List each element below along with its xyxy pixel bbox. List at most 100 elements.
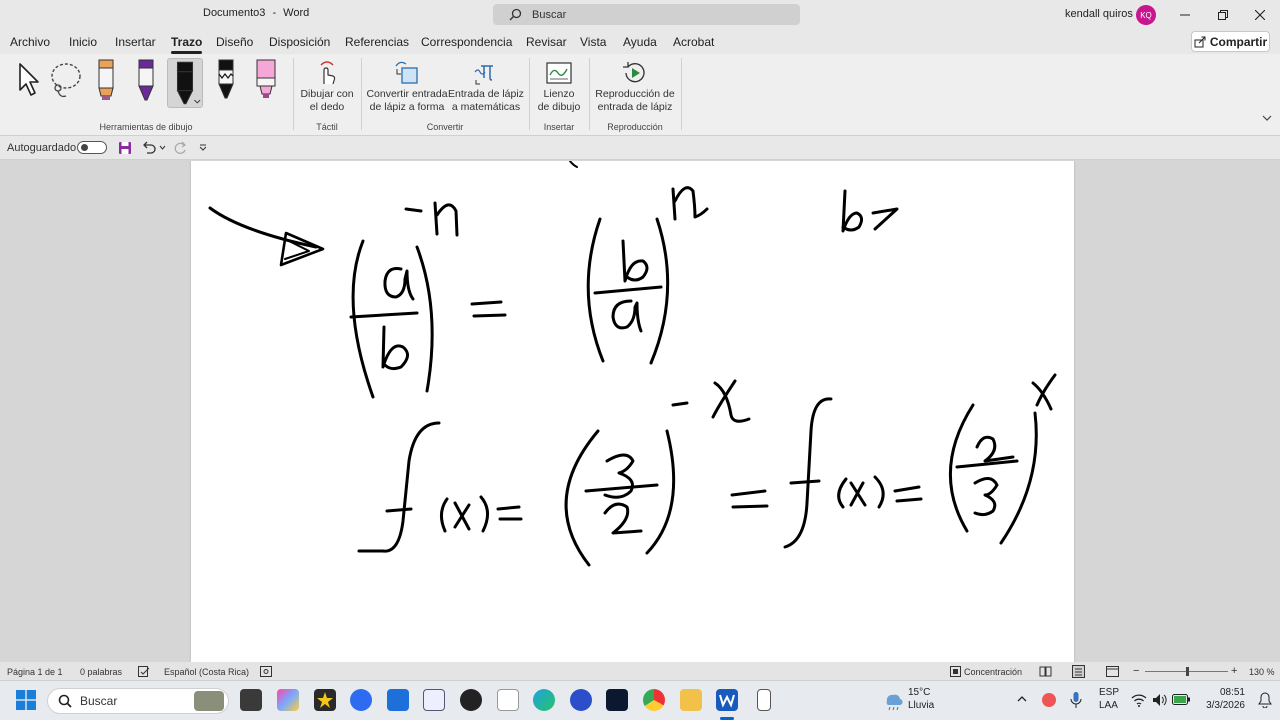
notifications-icon[interactable] (1258, 692, 1272, 708)
share-button[interactable]: Compartir (1191, 31, 1270, 52)
settings-app-icon[interactable] (423, 689, 445, 711)
print-layout-icon[interactable] (1072, 665, 1085, 678)
tab-correspondencia[interactable]: Correspondencia (421, 35, 512, 49)
title-search-box[interactable]: Buscar (493, 4, 800, 25)
document-name: Documento3 (203, 7, 266, 19)
ink-to-math-icon (474, 65, 493, 85)
tab-revisar[interactable]: Revisar (526, 35, 567, 49)
pen-purple-tool[interactable] (128, 58, 164, 102)
chrome-icon[interactable] (643, 689, 665, 711)
zoom-level[interactable]: 130 % (1249, 667, 1275, 677)
ink-to-math-button[interactable]: Entrada de lápiz a matemáticas (448, 58, 524, 114)
avatar[interactable]: KQ (1136, 5, 1156, 25)
lasso-select-tool[interactable] (48, 58, 84, 102)
undo-dropdown-icon[interactable] (159, 145, 166, 150)
drawing-canvas-button[interactable]: Lienzo de dibujo (533, 58, 585, 114)
zoom-app-icon[interactable] (350, 689, 372, 711)
title-separator: - (272, 7, 277, 19)
avatar-initials: KQ (1140, 10, 1152, 20)
pencil-icon (218, 59, 234, 99)
page-count[interactable]: Página 1 de 1 (7, 667, 63, 677)
web-layout-icon[interactable] (1106, 666, 1119, 677)
focus-mode-label[interactable]: Concentración (964, 667, 1022, 677)
show-hidden-icons-icon[interactable] (1017, 695, 1027, 702)
highlighter-orange-tool[interactable] (88, 58, 124, 102)
tab-disposicion[interactable]: Disposición (269, 35, 330, 49)
store-icon[interactable] (387, 689, 409, 711)
zoom-in-button[interactable]: + (1231, 665, 1237, 677)
ink-to-shape-button[interactable]: Convertir entrada de lápiz a forma (366, 58, 448, 114)
star-app-icon[interactable] (314, 689, 336, 711)
draw-with-finger-button[interactable]: Dibujar con el dedo (297, 58, 357, 114)
restore-button[interactable] (1204, 0, 1242, 29)
user-name[interactable]: kendall quiros (1065, 8, 1133, 20)
autosave-toggle[interactable] (77, 141, 107, 154)
tab-archivo[interactable]: Archivo (10, 35, 50, 49)
minimize-button[interactable] (1166, 0, 1204, 29)
accessibility-icon[interactable] (260, 666, 272, 677)
document-area[interactable] (0, 161, 1280, 662)
calculator-icon[interactable] (757, 689, 771, 711)
input-language-1: ESP (1099, 687, 1120, 698)
pencil-black-tool[interactable] (208, 58, 244, 102)
search-icon (509, 8, 522, 21)
obs-icon[interactable] (460, 689, 482, 711)
ink-replay-label-1: Reproducción de (595, 88, 675, 100)
collapse-ribbon-icon[interactable] (1262, 114, 1272, 122)
volume-icon[interactable] (1152, 693, 1168, 707)
ink-to-shape-label-1: Convertir entrada (366, 88, 448, 100)
pen-black-tool[interactable] (167, 58, 203, 108)
file-explorer-icon[interactable] (680, 689, 702, 711)
tab-inicio[interactable]: Inicio (69, 35, 97, 49)
system-clock[interactable]: 08:51 3/3/2026 (1203, 686, 1245, 712)
zoom-slider-thumb[interactable] (1186, 667, 1189, 676)
customize-qat-icon[interactable] (199, 144, 207, 151)
group-label-insert: Insertar (543, 122, 575, 132)
word-app-icon[interactable] (716, 689, 738, 711)
antivirus-icon[interactable] (1042, 693, 1056, 707)
focus-icon[interactable] (950, 666, 961, 677)
drawing-canvas-label-2: de dibujo (537, 101, 581, 113)
tab-ayuda[interactable]: Ayuda (623, 35, 657, 49)
read-mode-icon[interactable] (1039, 666, 1052, 677)
microphone-icon[interactable] (1070, 691, 1082, 709)
copilot-icon[interactable] (277, 689, 299, 711)
sync-app-icon[interactable] (570, 689, 592, 711)
select-tool[interactable] (8, 58, 44, 102)
language-indicator[interactable]: Español (Costa Rica) (164, 667, 249, 677)
zoom-out-button[interactable]: − (1133, 665, 1139, 677)
handwritten-ink-math[interactable] (191, 161, 1074, 662)
file-icon[interactable] (497, 689, 519, 711)
ribbon: Herramientas de dibujo Dibujar con el de… (0, 54, 1280, 136)
close-button[interactable] (1241, 0, 1279, 29)
proofing-icon[interactable] (138, 666, 150, 677)
save-icon[interactable] (118, 141, 132, 155)
tab-insertar[interactable]: Insertar (115, 35, 156, 49)
document-page[interactable] (191, 161, 1074, 662)
ribbon-tabs: Archivo Inicio Insertar Trazo Diseño Dis… (0, 29, 1280, 54)
share-icon (1194, 36, 1206, 47)
tab-acrobat[interactable]: Acrobat (673, 35, 714, 49)
weather-rain-icon[interactable] (882, 689, 904, 711)
group-divider (529, 58, 530, 130)
tab-trazo[interactable]: Trazo (171, 35, 203, 54)
cursor-arrow-icon (19, 63, 39, 96)
input-language[interactable]: ESP LAA (1099, 686, 1119, 712)
weather-widget[interactable]: 15°C Lluvia (908, 686, 934, 712)
task-view-icon[interactable] (240, 689, 262, 711)
wifi-icon[interactable] (1131, 693, 1147, 707)
highlighter-pink-tool[interactable] (248, 58, 284, 102)
undo-icon[interactable] (141, 141, 156, 155)
tab-referencias[interactable]: Referencias (345, 35, 409, 49)
redo-icon[interactable] (173, 141, 188, 155)
tab-vista[interactable]: Vista (580, 35, 606, 49)
tab-diseno[interactable]: Diseño (216, 35, 253, 49)
windows-start-icon[interactable] (16, 690, 36, 710)
edge-icon[interactable] (533, 689, 555, 711)
terminal-icon[interactable] (606, 689, 628, 711)
ink-replay-button[interactable]: Reproducción de entrada de lápiz (593, 58, 677, 114)
taskbar-search[interactable]: Buscar (47, 688, 229, 714)
battery-charging-icon[interactable] (1172, 694, 1190, 705)
status-bar: Página 1 de 1 0 palabras Español (Costa … (0, 662, 1280, 680)
word-count[interactable]: 0 palabras (80, 667, 122, 677)
